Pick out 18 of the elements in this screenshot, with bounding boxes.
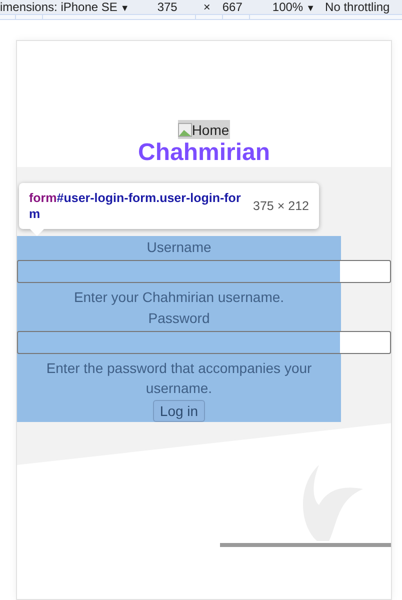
element-size: 375 × 212 — [253, 199, 309, 213]
width-field[interactable]: 375 — [157, 0, 178, 14]
password-label: Password — [147, 309, 211, 328]
username-field[interactable] — [17, 260, 391, 283]
password-help: Enter the password that accompanies your username. — [45, 359, 313, 398]
zoom-selector[interactable]: 100% ▼ — [272, 0, 316, 14]
throttling-selector[interactable]: No throttling — [325, 0, 390, 14]
password-field[interactable] — [17, 331, 391, 354]
username-label: Username — [146, 238, 212, 257]
broken-image[interactable]: Home — [178, 120, 230, 139]
element-selector: form#user-login-form.user-login-form — [29, 190, 242, 222]
device-selector[interactable]: imensions: iPhone SE ▼ — [0, 0, 130, 14]
login-button[interactable]: Log in — [152, 400, 206, 422]
times-sign: × — [203, 0, 210, 14]
username-help: Enter your Chahmirian username. — [72, 288, 286, 307]
site-title[interactable]: Chahmirian — [138, 139, 270, 167]
broken-image-icon — [178, 122, 192, 136]
height-field[interactable]: 667 — [222, 0, 242, 14]
